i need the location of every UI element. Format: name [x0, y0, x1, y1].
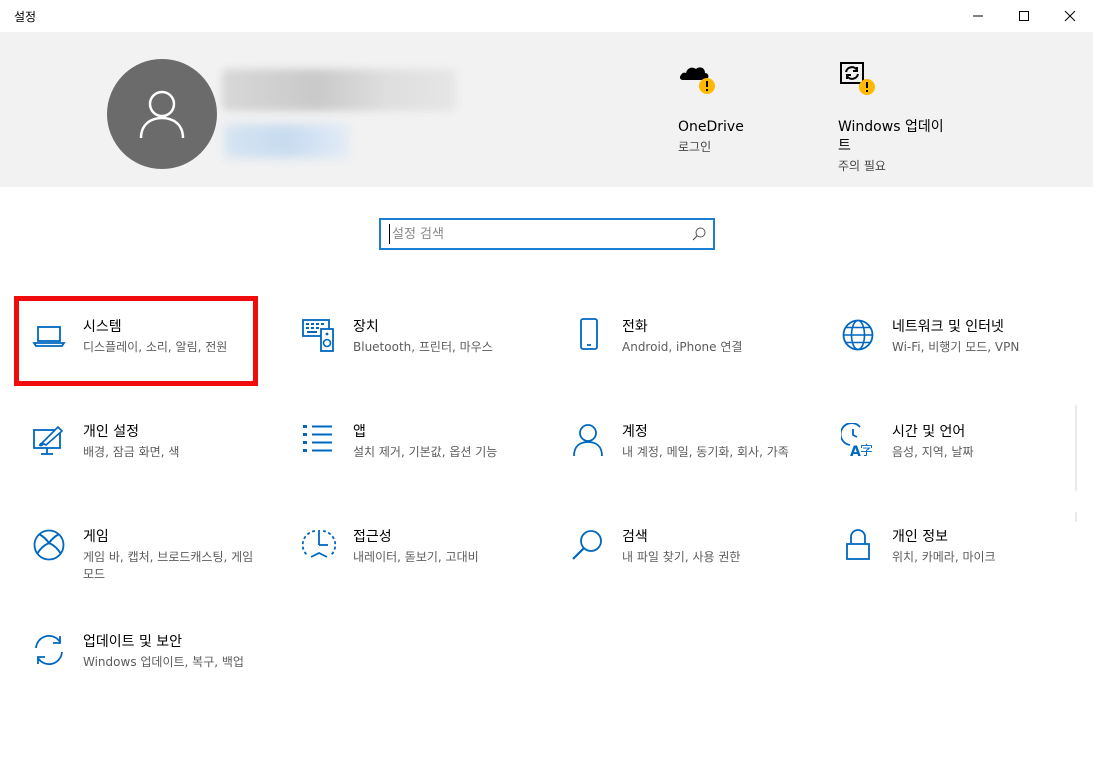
minimize-button[interactable] — [955, 0, 1001, 32]
category-update-security[interactable]: 업데이트 및 보안 Windows 업데이트, 복구, 백업 — [16, 615, 266, 697]
category-time-language[interactable]: A 字 시간 및 언어 음성, 지역, 날짜 — [825, 405, 1075, 487]
category-title: 계정 — [622, 424, 648, 440]
category-network[interactable]: 네트워크 및 인터넷 Wi-Fi, 비행기 모드, VPN — [825, 300, 1075, 382]
category-desc: 설치 제거, 기본값, 옵션 기능 — [353, 445, 498, 459]
category-phone[interactable]: 전화 Android, iPhone 연결 — [555, 300, 805, 382]
close-button[interactable] — [1047, 0, 1093, 32]
personalization-icon — [33, 425, 64, 455]
category-search[interactable]: 검색 내 파일 찾기, 사용 권한 — [555, 510, 805, 592]
ease-of-access-icon — [302, 530, 336, 558]
windows-update-warning-icon — [840, 62, 875, 95]
category-title: 개인 설정 — [83, 424, 139, 440]
category-title: 개인 정보 — [892, 529, 948, 545]
settings-search[interactable] — [379, 218, 715, 250]
close-icon — [1064, 10, 1076, 22]
title-bar: 설정 — [0, 0, 1093, 32]
scroll-edge — [1075, 405, 1077, 491]
category-desc: 내레이터, 돋보기, 고대비 — [353, 550, 479, 564]
account-name-blurred — [222, 69, 456, 111]
category-desc: 위치, 카메라, 마이크 — [892, 550, 996, 564]
apps-list-icon — [303, 425, 332, 452]
onedrive-label: OneDrive — [678, 119, 744, 135]
category-title: 앱 — [353, 424, 366, 440]
scroll-edge — [1075, 512, 1077, 522]
search-icon — [572, 530, 602, 560]
category-privacy[interactable]: 개인 정보 위치, 카메라, 마이크 — [825, 510, 1075, 592]
sync-icon — [35, 635, 63, 665]
maximize-button[interactable] — [1001, 0, 1047, 32]
globe-icon — [842, 319, 874, 351]
person-icon — [573, 424, 603, 457]
category-desc: Android, iPhone 연결 — [622, 340, 743, 354]
time-language-icon: A 字 — [841, 423, 873, 457]
xbox-icon — [33, 529, 65, 561]
category-title: 장치 — [353, 319, 379, 335]
category-title: 네트워크 및 인터넷 — [892, 319, 1004, 335]
user-icon — [139, 90, 185, 139]
category-desc: Windows 업데이트, 복구, 백업 — [83, 655, 244, 669]
category-desc: 음성, 지역, 날짜 — [892, 445, 974, 459]
maximize-icon — [1019, 11, 1029, 21]
account-header: OneDrive 로그인 Windows 업데이트 주의 필요 — [0, 32, 1093, 187]
category-desc: Wi-Fi, 비행기 모드, VPN — [892, 340, 1020, 354]
account-link-blurred[interactable] — [224, 124, 350, 158]
onedrive-warning-icon — [679, 67, 715, 94]
onedrive-status: 로그인 — [678, 140, 712, 154]
category-title: 업데이트 및 보안 — [83, 634, 183, 650]
category-desc: 게임 바, 캡처, 브로드캐스팅, 게임 모드 — [83, 550, 254, 581]
search-input[interactable] — [389, 224, 679, 244]
category-devices[interactable]: 장치 Bluetooth, 프린터, 마우스 — [286, 300, 536, 382]
windows-update-item[interactable]: Windows 업데이트 주의 필요 — [838, 58, 950, 174]
minimize-icon — [973, 15, 983, 17]
highlight-box — [14, 296, 258, 386]
category-desc: 내 계정, 메일, 동기화, 회사, 가족 — [622, 445, 789, 459]
settings-window: 설정 OneDrive 로그인 Windows 업데이트 주의 필요 설정 검색… — [0, 0, 1093, 780]
avatar[interactable] — [107, 59, 217, 169]
windows-update-label: Windows 업데이트 — [838, 119, 944, 154]
category-title: 시간 및 언어 — [892, 424, 966, 440]
lock-icon — [846, 529, 870, 560]
category-personalization[interactable]: 개인 설정 배경, 잠금 화면, 색 — [16, 405, 266, 487]
category-title: 전화 — [622, 319, 648, 335]
keyboard-device-icon — [302, 319, 334, 352]
onedrive-item[interactable]: OneDrive 로그인 — [678, 58, 790, 155]
window-title: 설정 — [14, 10, 37, 24]
category-desc: 내 파일 찾기, 사용 권한 — [622, 550, 741, 564]
svg-text:字: 字 — [860, 444, 873, 457]
category-title: 검색 — [622, 529, 648, 545]
windows-update-status: 주의 필요 — [838, 159, 886, 173]
category-ease-of-access[interactable]: 접근성 내레이터, 돋보기, 고대비 — [286, 510, 536, 592]
category-title: 게임 — [83, 529, 109, 545]
category-gaming[interactable]: 게임 게임 바, 캡처, 브로드캐스팅, 게임 모드 — [16, 510, 266, 592]
phone-icon — [580, 318, 598, 350]
category-desc: Bluetooth, 프린터, 마우스 — [353, 340, 493, 354]
category-desc: 배경, 잠금 화면, 색 — [83, 445, 180, 459]
category-apps[interactable]: 앱 설치 제거, 기본값, 옵션 기능 — [286, 405, 536, 487]
search-icon — [692, 227, 706, 241]
category-title: 접근성 — [353, 529, 392, 545]
category-accounts[interactable]: 계정 내 계정, 메일, 동기화, 회사, 가족 — [555, 405, 805, 487]
